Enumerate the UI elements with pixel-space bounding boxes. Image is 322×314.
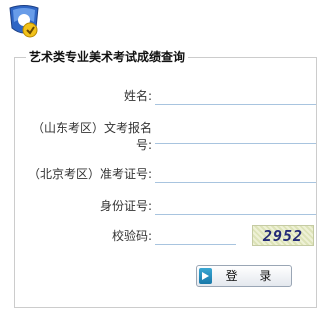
shandong-reg-input[interactable]	[155, 143, 316, 144]
captcha-input[interactable]	[155, 244, 236, 245]
captcha-label: 校验码:	[111, 229, 152, 243]
beijing-admission-label: （北京考区）准考证号:	[27, 167, 152, 181]
arrow-right-icon	[199, 268, 212, 284]
shandong-reg-label-line2: 号:	[135, 138, 152, 152]
id-number-label: 身份证号:	[99, 199, 152, 213]
app-logo-icon	[4, 2, 44, 40]
login-button[interactable]: 登 录	[196, 265, 292, 287]
captcha-image[interactable]: 2952	[252, 225, 314, 246]
beijing-admission-input[interactable]	[155, 182, 316, 183]
form-title: 艺术类专业美术考试成绩查询	[26, 49, 189, 65]
shandong-reg-label-line1: （山东考区）文考报名	[31, 121, 152, 135]
name-label: 姓名:	[123, 89, 152, 103]
name-input[interactable]	[155, 104, 316, 105]
id-number-input[interactable]	[155, 214, 316, 215]
login-label: 登 录	[225, 269, 281, 283]
captcha-code: 2952	[262, 227, 304, 245]
